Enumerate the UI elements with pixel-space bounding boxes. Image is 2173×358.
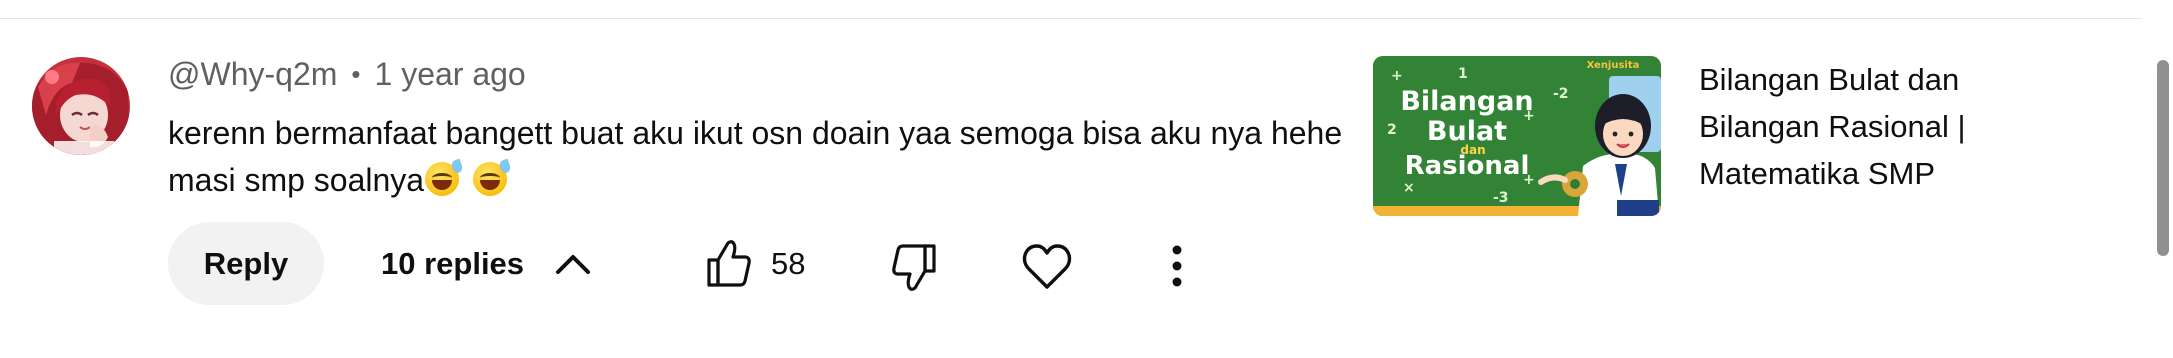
thumbnail-brand: Xenjusita [1587,60,1640,71]
thumbnail-image: + 1 -2 2 + × + -3 Bilangan Bulat dan Ras… [1373,56,1661,216]
video-thumbnail[interactable]: + 1 -2 2 + × + -3 Bilangan Bulat dan Ras… [1373,56,1661,216]
avatar-image [32,57,130,155]
author-name[interactable]: @Why-q2m [168,56,337,93]
like-count: 58 [771,246,806,281]
avatar[interactable] [32,57,130,155]
svg-text:+: + [1391,68,1403,84]
comment-text: kerenn bermanfaat bangett buat aku ikut … [168,110,1348,204]
reply-button[interactable]: Reply [168,222,324,305]
grinning-face-with-sweat-icon [425,158,465,196]
comment-panel: @Why-q2m • 1 year ago kerenn bermanfaat … [0,0,2173,358]
thumbs-up-icon[interactable] [706,238,752,288]
comment-text-content: kerenn bermanfaat bangett buat aku ikut … [168,115,1343,198]
video-title[interactable]: Bilangan Bulat dan Bilangan Rasional | M… [1699,56,2029,197]
divider [0,18,2142,19]
heart-icon[interactable] [1022,243,1072,291]
svg-text:-3: -3 [1493,190,1509,206]
comment-timestamp[interactable]: 1 year ago [375,56,526,93]
replies-count-label: 10 replies [381,246,525,281]
thumbnail-title-line3: Rasional [1405,151,1530,181]
scrollbar[interactable] [2157,60,2169,256]
replies-toggle[interactable]: 10 replies [381,236,592,292]
svg-text:×: × [1403,180,1415,196]
grinning-face-with-sweat-icon [473,158,513,196]
comment-header: @Why-q2m • 1 year ago [168,56,526,93]
more-vertical-icon[interactable] [1162,244,1192,288]
thumbnail-title-line1: Bilangan [1400,86,1533,117]
separator-dot: • [351,59,361,89]
chevron-up-icon [556,255,591,274]
svg-text:2: 2 [1387,122,1397,138]
svg-text:-2: -2 [1553,86,1569,102]
thumbs-down-icon[interactable] [891,243,937,293]
svg-text:1: 1 [1458,66,1468,82]
